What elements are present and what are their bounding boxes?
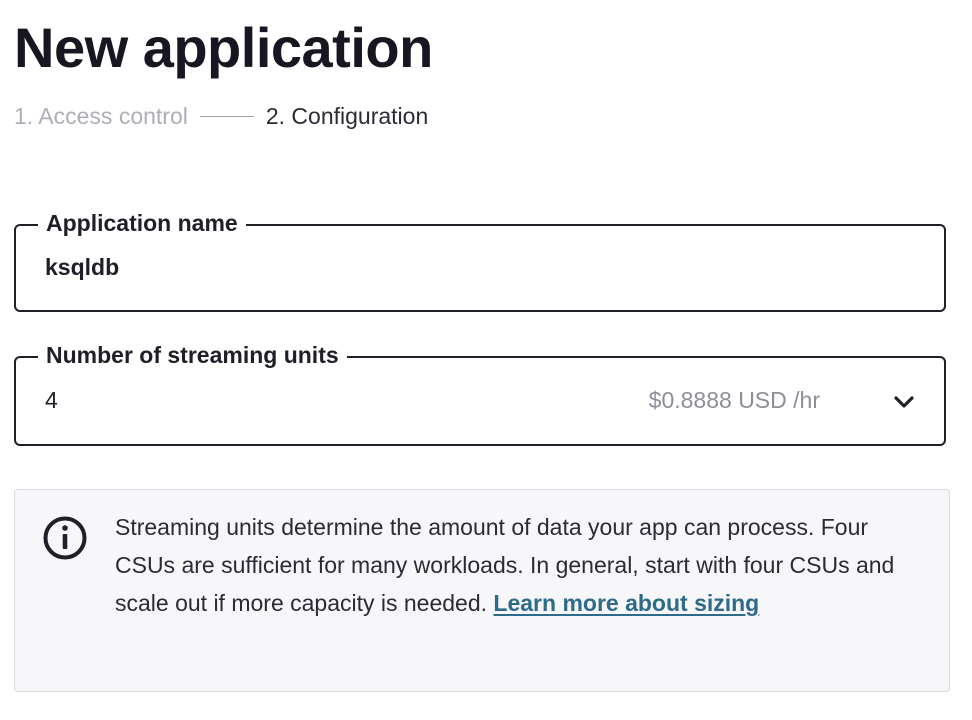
info-text: Streaming units determine the amount of … [115, 508, 925, 622]
step-configuration: 2. Configuration [265, 102, 429, 129]
application-name-input[interactable]: ksqldb [45, 252, 119, 282]
price-hint: $0.8888 USD /hr [648, 387, 820, 413]
chevron-down-icon[interactable] [892, 390, 916, 414]
step-access-control[interactable]: 1. Access control [14, 103, 188, 130]
page-title: New application [14, 16, 433, 79]
streaming-units-select[interactable]: Number of streaming units 4 $0.8888 USD … [14, 340, 946, 446]
step-connector [199, 115, 254, 117]
streaming-units-value[interactable]: 4 [45, 385, 58, 415]
streaming-units-label: Number of streaming units [38, 340, 347, 370]
learn-more-link[interactable]: Learn more about sizing [493, 590, 759, 616]
info-circle-icon [43, 516, 87, 560]
application-name-label: Application name [38, 208, 246, 238]
info-callout: Streaming units determine the amount of … [14, 489, 950, 692]
application-name-field[interactable]: Application name ksqldb [14, 208, 946, 312]
stepper: 1. Access control 2. Configuration [14, 100, 428, 132]
